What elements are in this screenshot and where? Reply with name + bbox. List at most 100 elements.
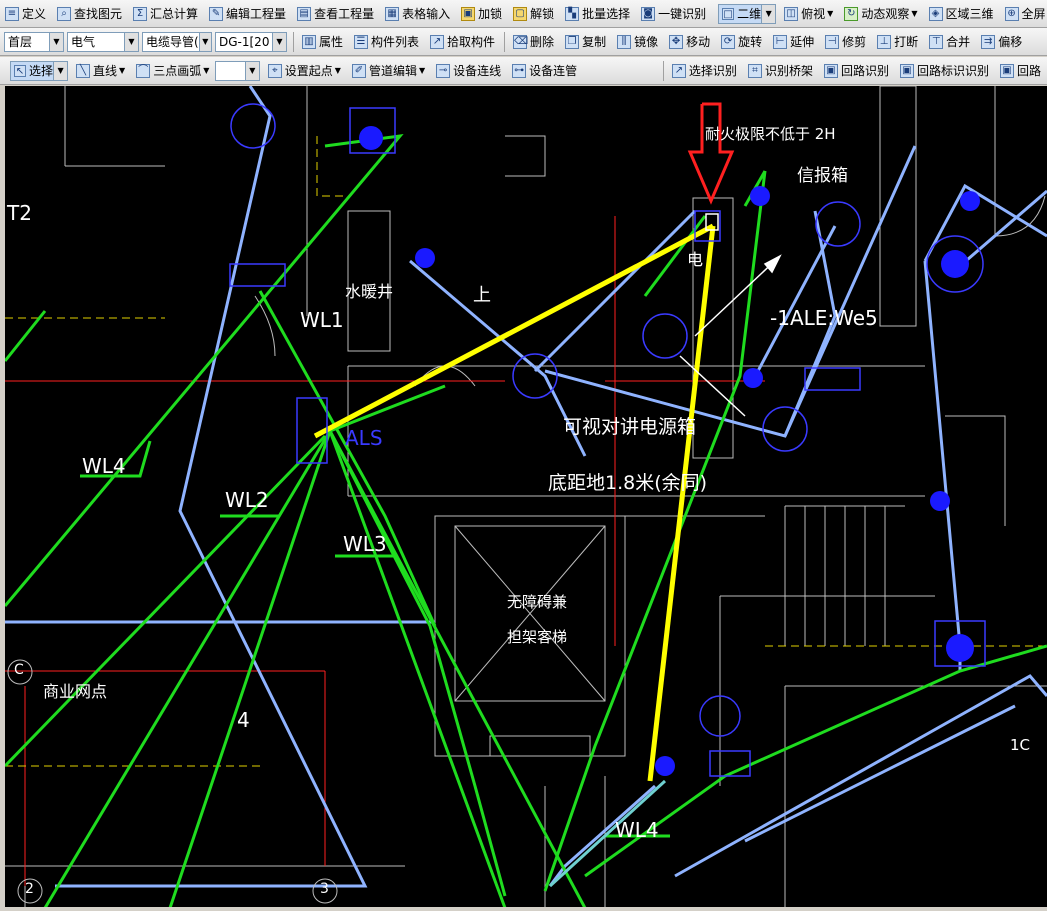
arc-icon: ⌒ [136,63,151,78]
summary-calc-button[interactable]: Σ 汇总计算 [128,2,203,26]
chevron-down-icon: ▼ [761,4,776,23]
binoculars-icon: ⌕ [57,6,72,21]
view-2d-icon: □ [722,7,735,20]
dynamic-observe-button[interactable]: ↻ 动态观察 ▼ [839,2,922,26]
define-button[interactable]: ≡ 定义 [0,2,51,26]
component-name-dropdown[interactable]: DG-1[20 ▼ [215,31,287,52]
cad-label-wl4-bottom: WL4 [615,818,659,842]
toolbar-draw: ↖ 选择 ▼ ╲ 直线 ▼ ⌒ 三点画弧 ▼ ▼ ⌖ 设置起点 ▼ ✐ 管道编辑 ▼ ⊸ 设备连线 ⊶… [0,57,1047,85]
floor-dropdown[interactable]: 首层 ▼ [4,31,64,52]
offset-icon: ⇉ [981,34,996,49]
set-start-icon: ⌖ [267,63,282,78]
batch-select-icon: ▚ [565,6,580,21]
separator [504,31,506,52]
component-type-dropdown[interactable]: 电缆导管(▼ [142,31,212,52]
architecture-lines [5,86,1047,908]
cube-icon: ◫ [784,6,799,21]
circuit-more-icon: ▣ [999,63,1014,78]
cad-label-up: 上 [473,285,491,306]
table-input-button[interactable]: ▦ 表格输入 [380,2,455,26]
chevron-down-icon: ▼ [198,32,211,51]
select-tool-dropdown[interactable]: ↖ 选择 ▼ [10,60,69,81]
device-dots [359,126,980,776]
cad-label-height-note: 底距地1.8米(余同) [548,472,708,494]
highlighted-pipe [313,223,716,782]
set-start-button[interactable]: ⌖ 设置起点 ▼ [263,59,346,83]
device-connect-pipe-button[interactable]: ⊶ 设备连管 [507,59,582,83]
pipe-edit-button[interactable]: ✐ 管道编辑 ▼ [347,59,430,83]
move-button[interactable]: ✥ 移动 [664,30,715,54]
circuit-label-recognize-button[interactable]: ▣ 回路标识识别 [895,59,994,83]
fullscreen-button[interactable]: ⊕ 全屏 [1000,2,1047,26]
horizontal-scrollbar[interactable] [0,907,1047,911]
orbit-icon: ↻ [844,6,859,21]
copy-icon: ❐ [565,34,580,49]
grid-label-2: 2 [25,881,34,897]
break-icon: ⊥ [877,34,892,49]
tray-icon: ⌗ [747,63,762,78]
connect-line-icon: ⊸ [436,63,451,78]
edit-quantity-button[interactable]: ✎ 编辑工程量 [204,2,291,26]
cad-label-t2: T2 [7,201,32,225]
pipe-edit-icon: ✐ [351,63,366,78]
view-mode-dropdown[interactable]: □ 二维 ▼ [718,3,777,24]
cad-canvas[interactable]: 耐火极限不低于 2H 信报箱 水暖井 WL1 WL2 WL3 WL4 WL4 A… [5,86,1047,908]
circuit-recognize-button[interactable]: ▣ 回路识别 [819,59,894,83]
copy-button[interactable]: ❐ 复制 [560,30,611,54]
select-recognize-button[interactable]: ↗ 选择识别 [667,59,742,83]
table-icon: ▦ [385,6,400,21]
rotate-icon: ⟳ [721,34,736,49]
chevron-down-icon: ▼ [203,66,210,75]
green-wires [5,134,1047,908]
discipline-dropdown[interactable]: 电气 ▼ [67,31,139,52]
circuit-icon: ▣ [823,63,838,78]
top-view-button[interactable]: ◫ 俯视 ▼ [779,2,838,26]
mirror-button[interactable]: ⫼ 镜像 [612,30,663,54]
circuit-label-icon: ▣ [899,63,914,78]
properties-button[interactable]: ▥ 属性 [297,30,348,54]
batch-select-button[interactable]: ▚ 批量选择 [560,2,635,26]
cad-label-1c: 1C [1010,736,1031,754]
view-quantity-button[interactable]: ▤ 查看工程量 [292,2,379,26]
chevron-down-icon: ▼ [418,66,426,75]
region-3d-button[interactable]: ◈ 区域三维 [924,2,999,26]
line-icon: ╲ [76,63,91,78]
delete-button[interactable]: ⌫ 删除 [508,30,559,54]
trim-button[interactable]: ⊣ 修剪 [820,30,871,54]
one-click-recognize-button[interactable]: ◙ 一键识别 [636,2,711,26]
chevron-down-icon: ▼ [272,32,286,51]
arc-tool-button[interactable]: ⌒ 三点画弧 ▼ [131,59,214,83]
region-3d-icon: ◈ [928,6,943,21]
line-tool-button[interactable]: ╲ 直线 ▼ [71,59,130,83]
extend-button[interactable]: ⊢ 延伸 [768,30,819,54]
merge-button[interactable]: ⊤ 合并 [924,30,975,54]
component-list-button[interactable]: ☰ 构件列表 [349,30,424,54]
cad-label-4: 4 [237,708,250,732]
offset-button[interactable]: ⇉ 偏移 [976,30,1027,54]
mirror-icon: ⫼ [617,34,632,49]
sigma-icon: Σ [133,6,148,21]
cad-label-elec: 电 [687,250,704,269]
grid-label-c: C [14,662,24,678]
break-button[interactable]: ⊥ 打断 [872,30,923,54]
chevron-down-icon: ▼ [124,32,138,51]
eraser-icon: ⌫ [513,34,529,49]
cad-label-ale: -1ALE:We5 [770,306,878,330]
pick-component-button[interactable]: ↗ 拾取构件 [425,30,500,54]
lock-button[interactable]: ▣ 加锁 [456,2,507,26]
unlock-icon: ▢ [513,6,528,21]
device-connect-line-button[interactable]: ⊸ 设备连线 [431,59,506,83]
separator [293,31,294,52]
circuit-more-button[interactable]: ▣ 回路 [995,59,1046,83]
find-element-button[interactable]: ⌕ 查找图元 [52,2,127,26]
cad-label-wl4-left: WL4 [82,454,126,478]
rotate-button[interactable]: ⟳ 旋转 [716,30,767,54]
cad-label-elevator-2: 担架客梯 [507,628,568,646]
lock-icon: ▣ [461,6,476,21]
cad-label-mailbox: 信报箱 [797,166,848,186]
chevron-down-icon: ▼ [911,9,918,18]
recognize-tray-button[interactable]: ⌗ 识别桥架 [743,59,818,83]
arc-option-dropdown[interactable]: ▼ [215,60,260,81]
toolbar-component: 首层 ▼ 电气 ▼ 电缆导管(▼ DG-1[20 ▼ ▥ 属性 ☰ 构件列表 ↗ 拾取构件 … [0,28,1047,56]
unlock-button[interactable]: ▢ 解锁 [508,2,559,26]
